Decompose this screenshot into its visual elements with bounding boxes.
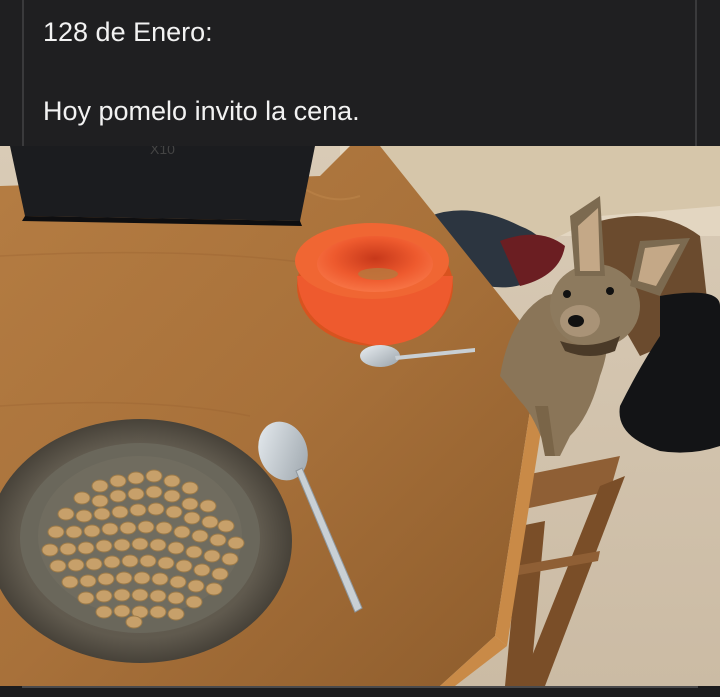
bottom-bar bbox=[0, 686, 720, 697]
post-text-line-1: 128 de Enero: bbox=[43, 17, 213, 47]
left-border bbox=[22, 0, 24, 146]
right-border bbox=[695, 0, 697, 146]
post-photo[interactable]: X10 bbox=[0, 146, 720, 686]
svg-text:X10: X10 bbox=[150, 146, 175, 157]
laptop-icon: X10 bbox=[10, 146, 315, 226]
post-header: 128 de Enero: Hoy pomelo invito la cena. bbox=[0, 0, 720, 146]
bottom-edge bbox=[22, 686, 698, 688]
kibble-plate-icon bbox=[0, 419, 292, 663]
post-text-line-2: Hoy pomelo invito la cena. bbox=[43, 96, 360, 126]
